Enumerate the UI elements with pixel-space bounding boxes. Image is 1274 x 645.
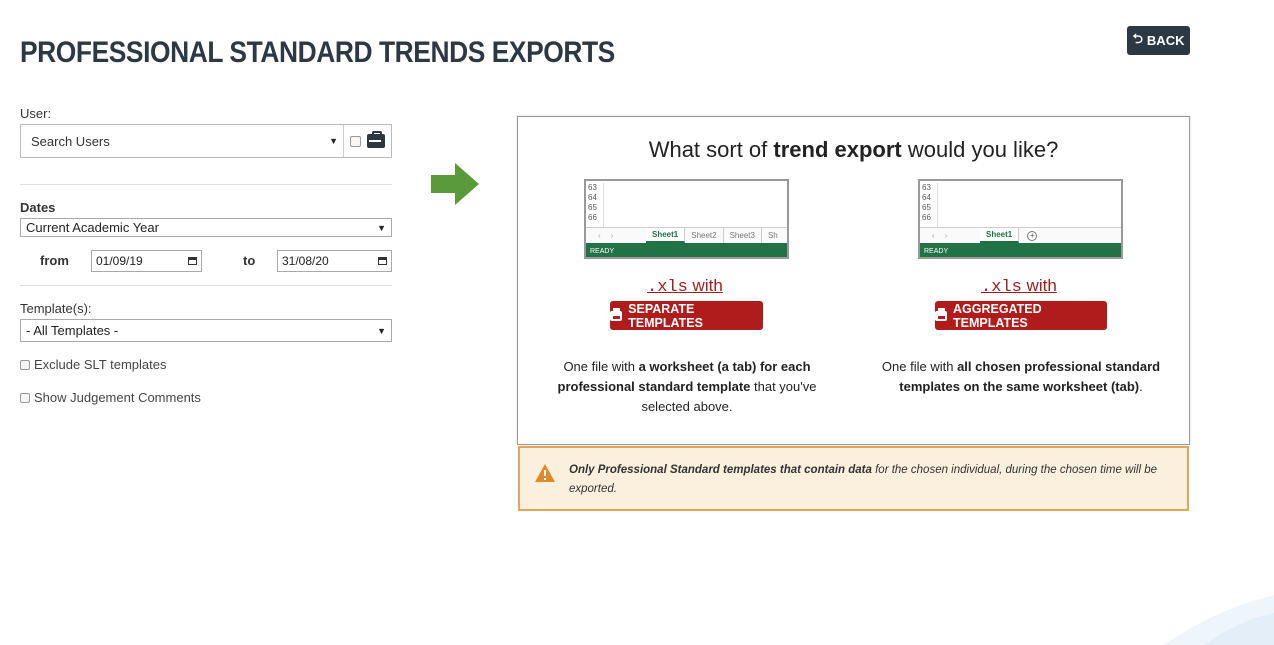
user-picker: Search Users ▼ — [20, 124, 392, 158]
warning-icon — [535, 464, 555, 482]
sheet-nav-icons: ‹› — [932, 231, 958, 240]
sheet-tab-bar: ‹› Sheet1 Sheet2 Sheet3 Sh — [586, 227, 787, 243]
back-arrow-icon: ⮌ — [1132, 30, 1143, 46]
chevron-down-icon: ▼ — [377, 325, 386, 336]
separate-templates-button[interactable]: SEPARATE TEMPLATES — [610, 301, 763, 330]
to-date-value: 31/08/20 — [282, 254, 329, 268]
row-number: 63 — [588, 183, 597, 192]
separate-templates-label: SEPARATE TEMPLATES — [628, 301, 703, 330]
export-panel: What sort of trend export would you like… — [517, 116, 1190, 445]
briefcase-icon[interactable] — [367, 131, 385, 148]
arrow-right-icon — [431, 163, 479, 205]
question-suffix: would you like? — [901, 137, 1059, 162]
sheet-tab: Sheet3 — [724, 228, 762, 243]
from-date-value: 01/09/19 — [96, 254, 143, 268]
user-label: User: — [20, 106, 52, 121]
separate-description: One file with a worksheet (a tab) for ea… — [542, 357, 832, 417]
printer-icon — [935, 307, 947, 321]
from-date-input[interactable]: 01/09/19 — [91, 250, 202, 272]
templates-select-value: - All Templates - — [26, 323, 119, 338]
templates-label: Template(s): — [20, 301, 92, 316]
exclude-slt-row: Exclude SLT templates — [20, 357, 166, 372]
sheet-tab: Sh — [767, 231, 778, 240]
user-select-value: Search Users — [31, 133, 110, 149]
page-title: PROFESSIONAL STANDARD TRENDS EXPORTS — [20, 36, 615, 69]
to-label: to — [243, 253, 256, 268]
to-date-input[interactable]: 31/08/20 — [277, 250, 392, 272]
exclude-slt-label: Exclude SLT templates — [34, 357, 167, 372]
chevron-down-icon: ▼ — [377, 222, 386, 233]
desc-text: One file with — [881, 359, 958, 374]
from-label: from — [40, 253, 69, 268]
aggregated-sheet-preview: 63 64 65 66 ‹› Sheet1 + READY — [918, 179, 1123, 259]
sheet-tab: Sheet1 — [646, 228, 686, 243]
aggregated-templates-button[interactable]: AGGREGATED TEMPLATES — [935, 301, 1107, 330]
add-sheet-icon: + — [1027, 230, 1038, 241]
calendar-icon[interactable] — [188, 257, 197, 265]
panel-question: What sort of trend export would you like… — [518, 137, 1189, 163]
warning-bold: Only Professional Standard templates tha… — [569, 464, 872, 476]
printer-icon — [610, 307, 623, 321]
warning-alert: Only Professional Standard templates tha… — [518, 446, 1189, 511]
row-number: 65 — [922, 203, 931, 212]
decorative-swoosh — [1164, 595, 1274, 645]
row-number: 63 — [922, 183, 931, 192]
sheet-tab-bar: ‹› Sheet1 + — [920, 227, 1121, 243]
desc-text: One file with — [563, 359, 639, 374]
question-bold: trend export — [773, 137, 902, 162]
sheet-status-bar: READY — [586, 243, 787, 257]
xls-ext: .xls — [647, 278, 688, 297]
sheet-nav-icons: ‹› — [598, 231, 624, 240]
user-tools — [344, 131, 391, 148]
separate-xls-label: .xls with — [647, 276, 723, 297]
chevron-down-icon: ▼ — [329, 136, 338, 146]
aggregated-templates-label: AGGREGATED TEMPLATES — [953, 301, 1042, 330]
dates-select-value: Current Academic Year — [26, 220, 159, 235]
row-number: 66 — [588, 213, 597, 222]
dates-label: Dates — [20, 200, 56, 215]
divider — [20, 285, 392, 286]
sheet-tab: Sheet2 — [685, 228, 724, 243]
desc-text: . — [1139, 379, 1143, 394]
exclude-slt-checkbox[interactable] — [20, 359, 30, 370]
row-number: 66 — [922, 213, 931, 222]
question-prefix: What sort of — [648, 137, 774, 162]
row-number: 64 — [588, 193, 597, 202]
sheet-tab: Sheet1 — [980, 228, 1020, 243]
xls-with: with — [1021, 276, 1057, 295]
user-search-select[interactable]: Search Users ▼ — [21, 125, 344, 157]
row-number: 65 — [588, 203, 597, 212]
back-button-label: BACK — [1146, 33, 1185, 48]
show-comments-checkbox[interactable] — [20, 392, 30, 403]
show-comments-row: Show Judgement Comments — [20, 390, 201, 405]
calendar-icon[interactable] — [378, 257, 387, 265]
divider — [20, 184, 392, 185]
row-number: 64 — [922, 193, 931, 202]
user-select-all-checkbox[interactable] — [350, 135, 361, 147]
sheet-row-numbers: 63 64 65 66 — [588, 183, 604, 228]
xls-ext: .xls — [981, 278, 1022, 297]
dates-select[interactable]: Current Academic Year ▼ — [20, 218, 392, 237]
sheet-status-bar: READY — [920, 243, 1121, 257]
sheet-row-numbers: 63 64 65 66 — [922, 183, 938, 228]
xls-with: with — [687, 276, 723, 295]
templates-select[interactable]: - All Templates - ▼ — [20, 319, 392, 342]
show-comments-label: Show Judgement Comments — [34, 390, 201, 405]
warning-text: Only Professional Standard templates tha… — [569, 461, 1173, 499]
aggregated-xls-label: .xls with — [981, 276, 1057, 297]
aggregated-description: One file with all chosen professional st… — [876, 357, 1166, 397]
separate-sheet-preview: 63 64 65 66 ‹› Sheet1 Sheet2 Sheet3 Sh R… — [584, 179, 789, 259]
back-button[interactable]: ⮌ BACK — [1127, 26, 1190, 55]
